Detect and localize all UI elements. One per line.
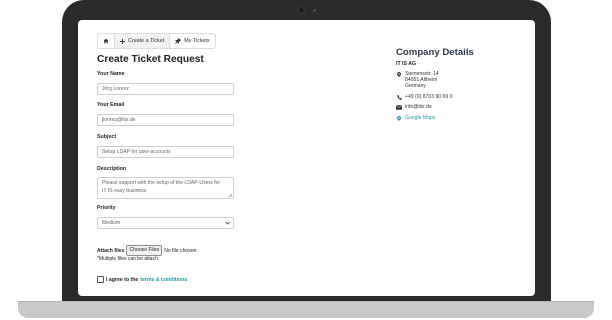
email-field[interactable]: jlorenz@itis.de — [97, 114, 234, 126]
company-phone: +49 (0) 8703 90 69 0 — [396, 94, 452, 100]
phone-icon — [396, 95, 402, 100]
ticket-tabs: Create a Ticket My Tickets — [97, 33, 216, 49]
choose-files-button[interactable]: Choose Files — [126, 245, 163, 256]
company-maps: Google Maps — [396, 115, 435, 121]
tab-create-ticket-label: Create a Ticket — [128, 38, 165, 44]
home-icon — [103, 38, 109, 44]
terms-checkbox[interactable] — [97, 276, 104, 283]
laptop-base — [18, 302, 594, 318]
attach-files-row: Attach files Choose Files No file chosen — [97, 245, 196, 256]
company-email: info@itis.de — [396, 104, 432, 110]
tab-home[interactable] — [98, 34, 114, 48]
priority-select[interactable]: Medium — [97, 217, 234, 229]
subject-label: Subject — [97, 134, 117, 140]
attach-label: Attach files — [97, 247, 125, 254]
email-label: Your Email — [97, 102, 125, 108]
terms-prefix: I agree to the — [106, 276, 139, 283]
resize-handle-icon[interactable] — [228, 193, 232, 197]
company-details-title: Company Details — [396, 47, 474, 58]
name-label: Your Name — [97, 71, 125, 77]
page-title: Create Ticket Request — [97, 54, 204, 65]
map-marker-icon — [397, 116, 401, 121]
address-line-3: Germany — [405, 83, 426, 89]
envelope-icon — [396, 105, 402, 110]
pin-icon — [175, 38, 182, 44]
webcam — [299, 8, 304, 13]
google-maps-link[interactable]: Google Maps — [405, 115, 435, 121]
description-field[interactable]: Please support with the setup of the LDA… — [97, 177, 234, 199]
phone-text: +49 (0) 8703 90 69 0 — [405, 94, 453, 100]
company-address: Siemensstr. 14 84051 Altheim Germany — [396, 71, 439, 89]
plus-icon — [120, 38, 125, 44]
tab-my-tickets-label: My Tickets — [184, 38, 210, 44]
terms-link[interactable]: terms & conditions — [140, 277, 187, 283]
email-text: info@itis.de — [405, 104, 432, 110]
no-file-text: No file chosen — [164, 247, 197, 254]
screen: Create a Ticket My Tickets Create Ticket… — [78, 20, 535, 296]
name-field[interactable]: Jörg Lorenz — [97, 83, 234, 95]
map-marker-icon — [397, 72, 401, 77]
tab-create-ticket[interactable]: Create a Ticket — [114, 34, 171, 48]
priority-label: Priority — [97, 205, 116, 211]
tab-my-tickets[interactable]: My Tickets — [170, 34, 214, 48]
description-line-1: Please support with the setup of the LDA… — [102, 180, 221, 186]
terms-row: I agree to the terms & conditions — [97, 276, 187, 283]
company-name: IT IS AG — [396, 61, 416, 67]
description-line-2: IT IS easy business — [102, 187, 147, 194]
attach-note: *Multiple files can be attach. — [97, 256, 160, 262]
chevron-down-icon — [225, 221, 230, 225]
description-label: Description — [97, 166, 127, 172]
priority-value: Medium — [102, 220, 121, 226]
subject-field[interactable]: Setup LDAP for user-accounts — [97, 146, 234, 158]
webcam-light — [313, 9, 316, 12]
